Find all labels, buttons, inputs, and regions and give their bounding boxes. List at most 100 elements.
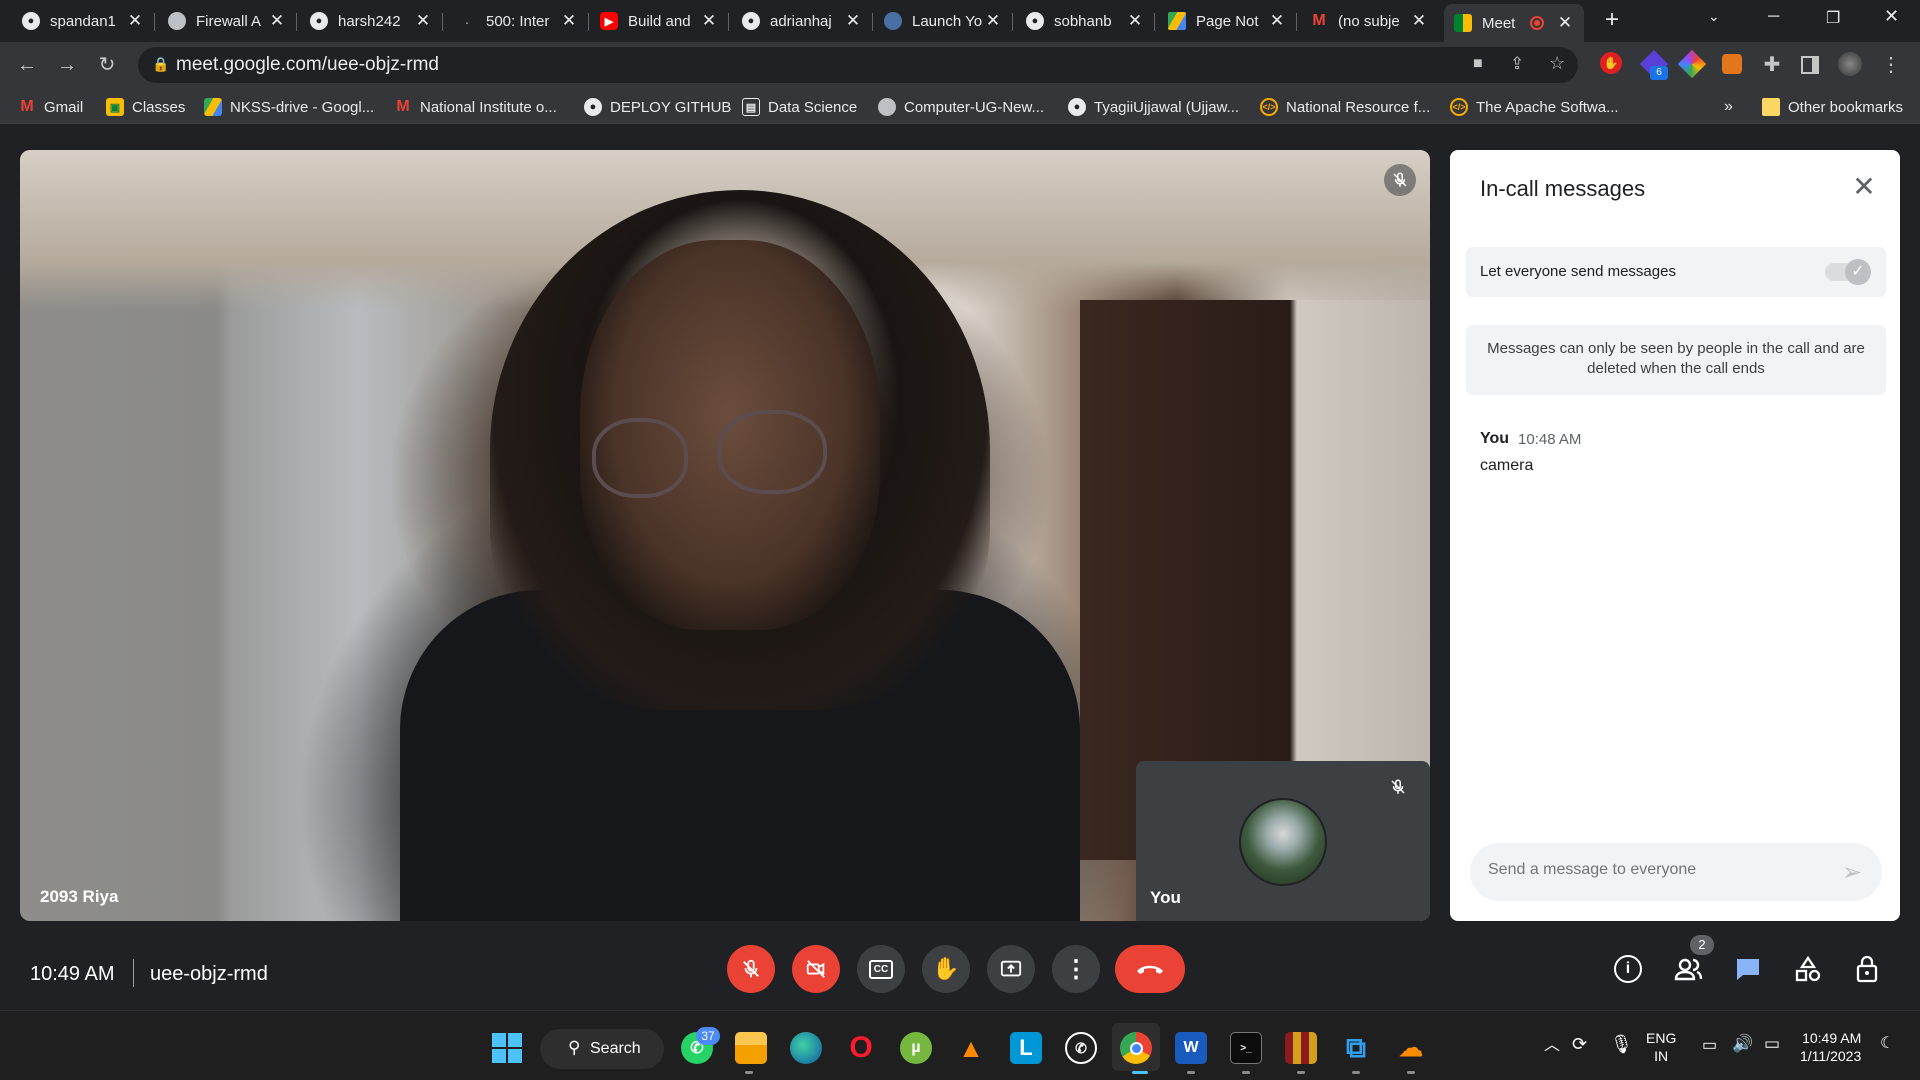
camera-toggle-button[interactable] bbox=[792, 945, 840, 993]
bookmark-computer-ug[interactable]: Computer-UG-New... bbox=[878, 96, 1044, 118]
window-close-icon[interactable]: ✕ bbox=[1884, 6, 1899, 27]
language-indicator[interactable]: ENG IN bbox=[1646, 1029, 1676, 1065]
code-icon: </> bbox=[1450, 98, 1468, 116]
vlc-icon[interactable]: ▲ bbox=[955, 1032, 987, 1064]
bookmark-apache[interactable]: </> The Apache Softwa... bbox=[1450, 96, 1619, 118]
mic-toggle-button[interactable] bbox=[727, 945, 775, 993]
winrar-icon[interactable] bbox=[1285, 1032, 1317, 1064]
minimize-icon[interactable]: ─ bbox=[1768, 8, 1779, 26]
file-explorer-icon[interactable] bbox=[735, 1032, 767, 1064]
bookmark-national-institute[interactable]: M National Institute o... bbox=[394, 96, 556, 118]
close-icon[interactable]: ✕ bbox=[414, 11, 432, 31]
close-icon[interactable]: ✕ bbox=[560, 11, 578, 31]
tab-spandan[interactable]: ● spandan1 ✕ bbox=[22, 6, 144, 36]
utorrent-icon[interactable]: µ bbox=[900, 1032, 932, 1064]
allow-messages-toggle[interactable]: ✓ bbox=[1825, 259, 1871, 285]
bookmark-nkss-drive[interactable]: NKSS-drive - Googl... bbox=[204, 96, 374, 118]
notifications-icon[interactable]: ☾ bbox=[1880, 1035, 1894, 1053]
main-participant-video[interactable]: 2093 Riya You bbox=[20, 150, 1430, 921]
bookmark-deploy-github[interactable]: ● DEPLOY GITHUB bbox=[584, 96, 731, 118]
close-icon[interactable]: ✕ bbox=[844, 11, 862, 31]
forward-icon[interactable]: → bbox=[56, 54, 78, 76]
volume-icon[interactable]: 🔊 bbox=[1732, 1035, 1753, 1053]
restore-icon[interactable]: ❐ bbox=[1826, 8, 1840, 28]
tab-sobhanb[interactable]: ● sobhanb ✕ bbox=[1026, 6, 1144, 36]
tab-build[interactable]: ▶ Build and ✕ bbox=[600, 6, 718, 36]
send-icon[interactable]: ➢ bbox=[1838, 859, 1866, 887]
close-icon[interactable]: ✕ bbox=[1126, 11, 1144, 31]
bookmarks-overflow-button[interactable]: » bbox=[1724, 96, 1733, 118]
people-button[interactable] bbox=[1670, 951, 1706, 987]
close-icon[interactable]: ✕ bbox=[1410, 11, 1428, 31]
bookmark-tyagiiujjawal[interactable]: ● TyagiiUjjawal (Ujjaw... bbox=[1068, 96, 1239, 118]
edge-icon[interactable] bbox=[790, 1032, 822, 1064]
allow-messages-row: Let everyone send messages ✓ bbox=[1466, 247, 1886, 297]
close-icon[interactable]: ✕ bbox=[126, 11, 144, 31]
share-icon[interactable]: ⇪ bbox=[1510, 54, 1524, 74]
metamask-icon[interactable] bbox=[1722, 54, 1742, 74]
reload-icon[interactable]: ↻ bbox=[96, 54, 118, 76]
chrome-icon[interactable] bbox=[1120, 1032, 1152, 1064]
tab-launch[interactable]: Launch Yo ✕ bbox=[884, 6, 1002, 36]
bookmark-data-science[interactable]: ▤ Data Science bbox=[742, 96, 857, 118]
launcher-l-icon[interactable]: L bbox=[1010, 1032, 1042, 1064]
close-icon[interactable]: ✕ bbox=[1556, 13, 1574, 33]
close-icon[interactable]: ✕ bbox=[268, 11, 286, 31]
word-icon[interactable]: W bbox=[1175, 1032, 1207, 1064]
battery-icon[interactable]: ▭ bbox=[1764, 1035, 1780, 1053]
chat-button[interactable] bbox=[1730, 951, 1766, 987]
taskbar-search-button[interactable]: ⚲ Search bbox=[540, 1029, 664, 1069]
more-options-button[interactable]: ⋮ bbox=[1052, 945, 1100, 993]
bookmark-classes[interactable]: ▣ Classes bbox=[106, 96, 185, 118]
extensions-puzzle-icon[interactable]: ✚ bbox=[1761, 54, 1783, 76]
meeting-details-button[interactable]: i bbox=[1610, 951, 1646, 987]
opera-icon[interactable]: O bbox=[845, 1031, 877, 1064]
leave-call-button[interactable] bbox=[1115, 945, 1185, 993]
search-icon: ⚲ bbox=[568, 1038, 581, 1057]
bookmark-star-icon[interactable]: ☆ bbox=[1549, 53, 1565, 74]
bookmark-national-resource[interactable]: </> National Resource f... bbox=[1260, 96, 1430, 118]
side-panel-icon[interactable] bbox=[1801, 56, 1819, 74]
raise-hand-button[interactable]: ✋ bbox=[922, 945, 970, 993]
address-bar[interactable]: 🔒 meet.google.com/uee-objz-rmd ■ ⇪ ☆ bbox=[138, 47, 1578, 83]
message-input[interactable] bbox=[1488, 861, 1818, 879]
tab-firewall[interactable]: Firewall A ✕ bbox=[168, 6, 286, 36]
tab-page-not[interactable]: Page Not ✕ bbox=[1168, 6, 1286, 36]
tab-title: spandan1 bbox=[50, 12, 116, 30]
profile-avatar[interactable] bbox=[1838, 52, 1862, 76]
whatsapp-desktop-icon[interactable]: ✆ bbox=[1065, 1032, 1097, 1064]
tab-title: harsh242 bbox=[338, 12, 401, 30]
new-tab-button[interactable]: + bbox=[1600, 8, 1624, 32]
microphone-icon[interactable]: 🎙 bbox=[1610, 1035, 1633, 1053]
back-icon[interactable]: ← bbox=[16, 54, 38, 76]
activities-button[interactable] bbox=[1790, 951, 1826, 987]
other-bookmarks-button[interactable]: Other bookmarks bbox=[1762, 96, 1903, 118]
close-panel-button[interactable]: ✕ bbox=[1848, 172, 1880, 204]
bookmark-gmail[interactable]: M Gmail bbox=[18, 96, 83, 118]
network-icon[interactable]: ▭ bbox=[1702, 1037, 1717, 1055]
extension-red-icon[interactable]: ✋ bbox=[1600, 52, 1622, 74]
vscode-icon[interactable]: ⧉ bbox=[1340, 1032, 1372, 1064]
clock-tray[interactable]: 10:49 AM 1/11/2023 bbox=[1800, 1029, 1861, 1065]
tab-harsh[interactable]: ● harsh242 ✕ bbox=[310, 6, 432, 36]
tray-overflow-chevron-icon[interactable]: ︿ bbox=[1544, 1037, 1560, 1055]
camera-in-use-icon[interactable]: ■ bbox=[1473, 55, 1483, 73]
windows-start-icon[interactable] bbox=[492, 1033, 522, 1063]
terminal-icon[interactable]: >_ bbox=[1230, 1032, 1262, 1064]
tab-adrianhaj[interactable]: ● adrianhaj ✕ bbox=[742, 6, 862, 36]
tab-no-subject[interactable]: M (no subje ✕ bbox=[1310, 6, 1428, 36]
close-icon[interactable]: ✕ bbox=[700, 11, 718, 31]
close-icon[interactable]: ✕ bbox=[1268, 11, 1286, 31]
self-preview-tile[interactable]: You bbox=[1136, 761, 1430, 921]
cloud-app-icon[interactable]: ☁ bbox=[1395, 1032, 1427, 1064]
close-icon[interactable]: ✕ bbox=[984, 11, 1002, 31]
tab-search-chevron-icon[interactable]: ⌄ bbox=[1708, 8, 1720, 25]
tab-500[interactable]: . 500: Inter ✕ bbox=[458, 6, 578, 36]
extension-color-icon[interactable] bbox=[1677, 49, 1707, 79]
captions-button[interactable]: CC bbox=[857, 945, 905, 993]
tab-meet[interactable]: Meet ✕ bbox=[1444, 4, 1584, 42]
chrome-menu-icon[interactable]: ⋮ bbox=[1880, 54, 1902, 76]
present-button[interactable] bbox=[987, 945, 1035, 993]
sync-icon[interactable]: ⟳ bbox=[1572, 1035, 1587, 1053]
host-controls-button[interactable] bbox=[1850, 951, 1886, 987]
